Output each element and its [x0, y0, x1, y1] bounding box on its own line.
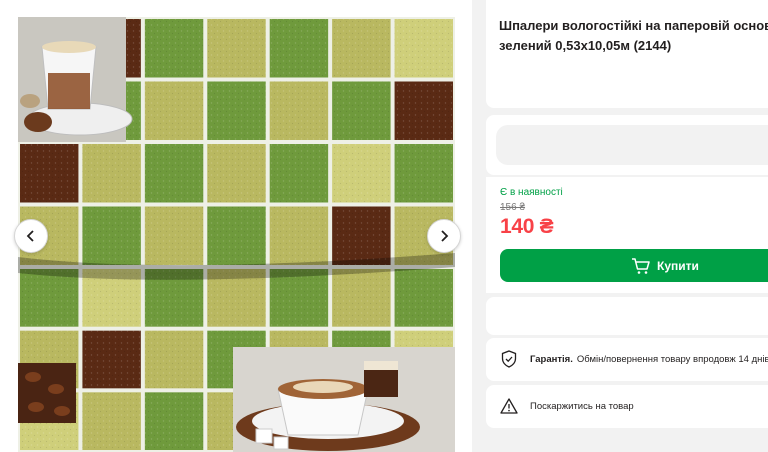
warranty-text: Обмін/повернення товару впродовж 14 днів	[576, 353, 768, 365]
availability-status: Є в наявності	[500, 187, 563, 198]
buy-button-label: Купити	[657, 258, 699, 273]
chevron-right-icon	[441, 230, 449, 242]
complain-row[interactable]: Поскаржитись на товар	[500, 397, 634, 415]
delivery-card	[486, 297, 768, 335]
product-gallery	[0, 0, 472, 452]
warranty-title: Гарантія.	[530, 353, 573, 365]
coffee-cup-bottom-illustration	[233, 347, 455, 452]
gallery-next-button[interactable]	[427, 219, 461, 253]
chevron-left-icon	[26, 230, 34, 242]
complain-label: Поскаржитись на товар	[530, 400, 634, 412]
product-image[interactable]	[18, 17, 455, 452]
wallpaper-photo	[18, 17, 455, 452]
product-title: Шпалери вологостійкі на паперовій основі…	[499, 18, 768, 53]
seller-placeholder	[496, 125, 768, 165]
shield-check-icon	[500, 350, 518, 368]
warranty-card: Гарантія. Обмін/повернення товару впродо…	[486, 338, 768, 381]
title-card: Шпалери вологостійкі на паперовій основі…	[486, 0, 768, 108]
old-price: 156 ₴	[500, 202, 526, 213]
cart-icon	[632, 257, 650, 274]
product-info-column: Шпалери вологостійкі на паперовій основі…	[486, 0, 768, 452]
gallery-prev-button[interactable]	[14, 219, 48, 253]
seller-card	[486, 115, 768, 175]
warning-icon	[500, 397, 518, 415]
coffee-cup-top-illustration	[18, 17, 133, 142]
price-card: Є в наявності 156 ₴ 140 ₴ Купити	[486, 177, 768, 293]
current-price: 140 ₴	[500, 215, 554, 238]
coffee-beans-tile	[18, 363, 76, 423]
buy-button[interactable]: Купити	[500, 249, 768, 282]
warranty-row: Гарантія. Обмін/повернення товару впродо…	[500, 350, 768, 368]
complain-card[interactable]: Поскаржитись на товар	[486, 385, 768, 428]
